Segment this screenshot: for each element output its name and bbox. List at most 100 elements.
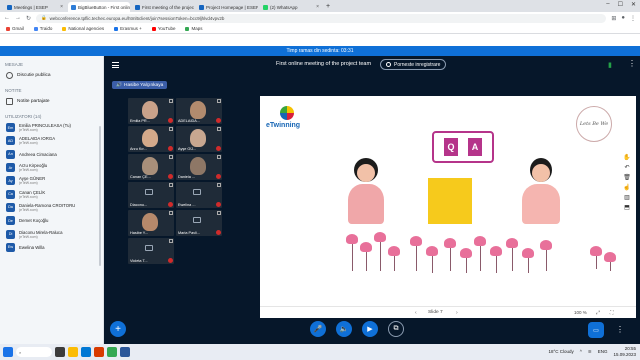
menu-toggle-icon[interactable] [112,62,119,68]
task-view-icon[interactable] [55,347,65,357]
extensions-icon[interactable]: ⊞ [611,15,616,22]
actions-plus-button[interactable]: + [110,321,126,337]
expand-icon[interactable] [217,183,221,187]
audio-button[interactable]: 🔈 [336,321,352,337]
tab-close-icon[interactable]: × [316,4,319,10]
presentation-toggle-button[interactable]: ▭ [588,322,604,338]
weather-label[interactable]: 18°C Cloudy [548,349,573,354]
browser-tab[interactable]: Meetings | ESEP × [4,2,66,12]
maximize-button[interactable]: ☐ [618,1,623,8]
browser-tab[interactable]: First meeting of the project× [132,2,194,12]
forward-icon[interactable]: → [15,15,21,21]
expand-icon[interactable] [169,99,173,103]
hand-tool-icon[interactable]: ✋ [623,154,630,161]
chat-icon [6,72,13,79]
fullscreen-icon[interactable]: ⛶ [610,310,614,316]
multi-user-icon[interactable]: ▥ [624,194,630,201]
options-menu-icon[interactable]: ⋮ [628,59,636,68]
browser-tab[interactable]: BigBlueButton - First online...× [68,2,130,12]
video-tile[interactable]: Diaconu... [128,182,174,208]
url-input[interactable]: 🔒 webconference.tpflic.techec.europa.eu/… [36,13,607,23]
chrome-icon[interactable] [107,347,117,357]
user-list-item[interactable]: Di Diaconu Mirela-Raluca (eTeW.xom) [0,227,103,240]
user-list-item[interactable]: Ar Arzu Kirpeoğlu (eTeW.xom) [0,161,103,174]
video-tile[interactable]: Ayşe GÜ... [176,126,222,152]
tab-close-icon[interactable]: × [60,4,63,10]
clock[interactable]: 20:55 15.09.2023 [613,346,636,357]
user-list-item[interactable]: An Andreea Cimaciana [0,148,103,161]
user-avatar: Ay [6,176,15,186]
taskbar-search[interactable]: ⌕ [16,347,52,357]
bookmark-item[interactable]: Traiđo [33,26,52,31]
bookmark-item[interactable]: Erasmus + [114,26,142,31]
bookmark-label: YouTube [157,26,176,31]
next-slide-icon[interactable]: › [456,310,458,316]
expand-icon[interactable] [169,155,173,159]
lang-label[interactable]: ENG [598,349,608,354]
expand-icon[interactable] [169,239,173,243]
pointer-icon[interactable]: ☝ [623,184,630,191]
user-list-item[interactable]: Em Emilia PRINCULEASA (Tu) (eTeW.xom) [0,121,103,134]
expand-icon[interactable] [217,127,221,131]
video-tile[interactable]: Violeta T... [128,238,174,264]
microphone-button[interactable]: 🎤 [310,321,326,337]
start-icon[interactable] [3,347,13,357]
file-explorer-icon[interactable] [68,347,78,357]
public-chat-item[interactable]: Discutie publica [0,69,103,82]
video-tile[interactable]: Hasibe Y... [128,210,174,236]
video-tile[interactable]: ADELAIDA... [176,98,222,124]
video-tile[interactable]: Emilia PR... [128,98,174,124]
expand-icon[interactable] [169,127,173,131]
more-actions-icon[interactable]: ⋮ [616,325,624,334]
tray-chevron-icon[interactable]: ^ [580,349,582,354]
profile-icon[interactable]: ● [621,15,625,21]
video-tile[interactable]: Canan ÇE... [128,154,174,180]
wifi-icon[interactable]: ≋ [588,349,592,355]
bookmark-item[interactable]: Gmail [6,26,24,31]
prev-slide-icon[interactable]: ‹ [415,310,417,316]
browser-tab[interactable]: Project Homepage | ESEP× [196,2,258,12]
bookmark-item[interactable]: Maps [185,26,202,31]
screen-share-button[interactable]: ⧉ [388,321,404,337]
connection-status-icon[interactable]: ▮ [608,61,612,69]
start-recording-button[interactable]: Porneste inregistrare [380,59,447,70]
bookmark-item[interactable]: YouTube [151,26,176,31]
user-list-item[interactable]: Ay Ayşe GÜNER (eTeW.xom) [0,174,103,187]
expand-icon[interactable] [169,211,173,215]
new-tab-button[interactable]: + [326,2,330,12]
user-list-item[interactable]: Ew Ewelina Willa [0,241,103,254]
flower-stem [432,255,433,273]
video-tile[interactable]: Ewelina ... [176,182,222,208]
zoom-level[interactable]: 100 % [574,310,587,315]
undo-icon[interactable]: ↶ [624,164,629,171]
video-tile[interactable]: Daniela ... [176,154,222,180]
expand-icon[interactable] [169,183,173,187]
user-list-item[interactable]: AD ADELAIDA IORGA (eTeW.xom) [0,134,103,147]
whiteboard-icon[interactable]: ⬒ [624,204,630,211]
expand-icon[interactable] [217,99,221,103]
browser-tab[interactable]: (2) WhatsApp × [260,2,322,12]
slide-selector[interactable]: Slide 7 [428,310,443,315]
video-tile[interactable]: Maria Pavli... [176,210,222,236]
camera-off-icon [145,245,153,251]
expand-icon[interactable] [217,211,221,215]
close-window-button[interactable]: ✕ [631,1,636,8]
bookmark-item[interactable]: National agencies [62,26,104,31]
user-list-item[interactable]: Ca Canan ÇELİK (eTeW.xom) [0,187,103,200]
user-list-item[interactable]: De Demet Koçoğlu [0,214,103,227]
menu-icon[interactable]: ⋮ [630,15,636,22]
fit-to-width-icon[interactable]: ⤢ [596,310,600,316]
expand-icon[interactable] [217,155,221,159]
clear-icon[interactable]: 🗑 [623,174,631,181]
user-list-item[interactable]: Da Daniela-Ramona CROITORU (eTeW.xom) [0,201,103,214]
video-tile[interactable]: Arzu Kır... [128,126,174,152]
word-icon[interactable] [120,347,130,357]
sidebar-scrollbar[interactable] [99,126,101,266]
office-icon[interactable] [94,347,104,357]
reload-icon[interactable]: ↻ [26,15,31,22]
shared-notes-item[interactable]: Notite partajate [0,95,103,108]
edge-icon[interactable] [81,347,91,357]
camera-button[interactable]: ▶ [362,321,378,337]
back-icon[interactable]: ← [4,15,10,21]
minimize-button[interactable]: – [606,1,609,8]
